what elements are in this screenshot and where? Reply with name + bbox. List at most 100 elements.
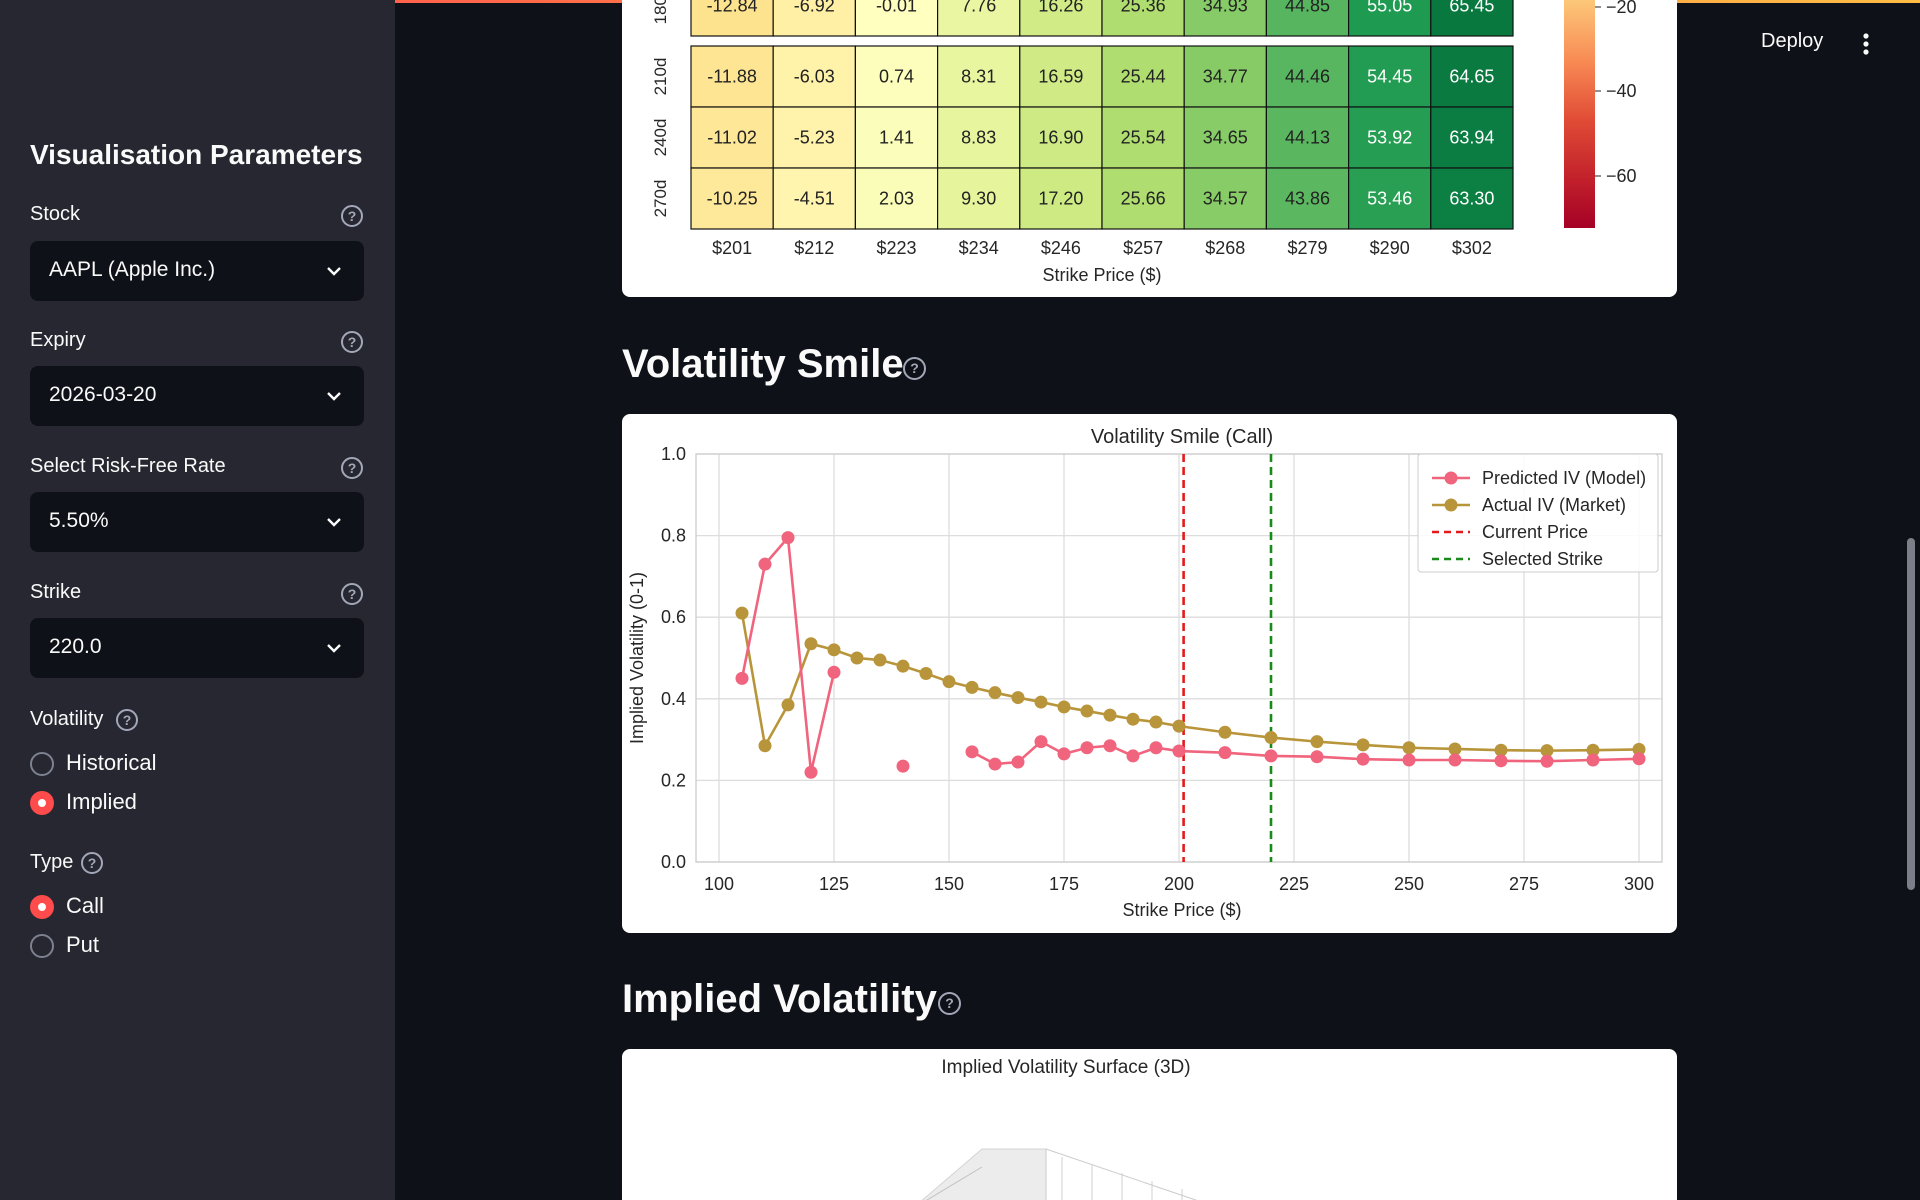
smile-section-title-text: Volatility Smile: [622, 342, 904, 386]
sidebar: Visualisation Parameters Stock ? AAPL (A…: [0, 0, 395, 1200]
deploy-button[interactable]: Deploy: [1761, 30, 1823, 53]
data-point-actual: [1356, 738, 1370, 752]
legend-label: Predicted IV (Model): [1482, 468, 1646, 488]
type-label: Type: [30, 851, 74, 873]
y-tick-label: 0.4: [661, 689, 686, 709]
data-point-predicted: [781, 531, 795, 545]
iv-help-icon[interactable]: ?: [938, 992, 961, 1015]
data-point-predicted: [1103, 739, 1117, 753]
data-point-actual: [1172, 719, 1186, 733]
rate-label: Select Risk-Free Rate: [30, 455, 226, 477]
heatmap-x-tick-label: $257: [1123, 238, 1163, 258]
y-tick-label: 0.0: [661, 852, 686, 872]
heatmap-cell-label: 17.20: [1038, 189, 1083, 209]
heatmap-cell-label: 34.65: [1203, 128, 1248, 148]
more-options-icon[interactable]: [1862, 32, 1870, 56]
data-point-actual: [1264, 731, 1278, 745]
data-point-actual: [758, 739, 772, 753]
heatmap-x-tick-label: $279: [1287, 238, 1327, 258]
chevron-down-icon: [327, 267, 341, 276]
data-point-predicted: [1586, 753, 1600, 767]
heatmap-cell-label: 1.41: [879, 128, 914, 148]
heatmap-row-label: 180d: [651, 0, 670, 24]
x-tick-label: 300: [1624, 874, 1654, 894]
radio-historical-label: Historical: [66, 750, 157, 775]
smile-card: Volatility Smile (Call) 100 125 150 175 200 22…: [622, 414, 1677, 933]
data-point-actual: [1103, 708, 1117, 722]
volatility-help-icon[interactable]: ?: [116, 709, 138, 731]
sidebar-title: Visualisation Parameters: [30, 139, 363, 170]
y-tick-label: 0.2: [661, 770, 686, 790]
strike-select-value: 220.0: [49, 635, 102, 658]
data-point-predicted: [1632, 752, 1646, 766]
chart-legend: Predicted IV (Model) Actual IV (Market) Cu…: [1417, 453, 1659, 573]
scrollbar-thumb[interactable]: [1907, 538, 1915, 890]
heatmap-cell-label: 53.92: [1367, 128, 1412, 148]
expiry-select[interactable]: 2026-03-20: [30, 366, 364, 426]
x-axis-title: Strike Price ($): [1122, 900, 1241, 920]
surface-title: Implied Volatility Surface (3D): [941, 1057, 1190, 1078]
heatmap-x-tick-label: $268: [1205, 238, 1245, 258]
heatmap-card: -12.84 -6.92 -0.01 7.76 16.26 25.36 34.93 44.85…: [622, 0, 1677, 297]
data-point-predicted: [1034, 735, 1048, 749]
heatmap-cell-label: -11.02: [707, 128, 757, 148]
radio-circle-selected[interactable]: [30, 895, 54, 919]
heatmap-cell-label: -12.84: [707, 0, 758, 16]
radio-circle-selected[interactable]: [30, 791, 54, 815]
heatmap-row-label: 270d: [651, 180, 670, 218]
expiry-label: Expiry: [30, 329, 86, 351]
smile-help-icon[interactable]: ?: [903, 357, 926, 380]
heatmap-cell-label: 34.77: [1203, 67, 1248, 87]
heatmap-cell-label: 63.94: [1449, 128, 1494, 148]
colorbar-tick-label: −20: [1606, 0, 1637, 17]
data-point-actual: [873, 653, 887, 667]
data-point-predicted: [1126, 749, 1140, 763]
data-point-predicted: [735, 671, 749, 685]
x-tick-label: 125: [819, 874, 849, 894]
heatmap-chart: -12.84 -6.92 -0.01 7.76 16.26 25.36 34.93 44.85…: [651, 0, 1637, 285]
stock-select[interactable]: AAPL (Apple Inc.): [30, 241, 364, 301]
x-tick-label: 200: [1164, 874, 1194, 894]
radio-circle[interactable]: [30, 752, 54, 776]
chart-title: Volatility Smile (Call): [1091, 426, 1273, 448]
y-tick-label: 1.0: [661, 444, 686, 464]
data-point-predicted: [1149, 741, 1163, 755]
data-point-predicted: [1540, 754, 1554, 768]
strike-help-icon[interactable]: ?: [341, 583, 363, 605]
chevron-down-icon: [327, 518, 341, 527]
rate-select[interactable]: 5.50%: [30, 492, 364, 552]
radio-circle[interactable]: [30, 934, 54, 958]
data-point-predicted: [1356, 752, 1370, 766]
data-point-predicted: [758, 557, 772, 571]
data-point-predicted: [1218, 746, 1232, 760]
expiry-select-value: 2026-03-20: [49, 383, 157, 406]
expiry-help-icon[interactable]: ?: [341, 331, 363, 353]
heatmap-cell-label: -5.23: [794, 128, 835, 148]
data-point-predicted: [965, 745, 979, 759]
heatmap-cell-label: 25.44: [1121, 67, 1166, 87]
heatmap-x-tick-label: $201: [712, 238, 752, 258]
stock-help-icon[interactable]: ?: [341, 205, 363, 227]
data-point-actual: [965, 680, 979, 694]
heatmap-cell-label: -10.25: [707, 189, 758, 209]
data-point-predicted: [827, 665, 841, 679]
data-point-predicted: [896, 759, 910, 773]
data-point-actual: [781, 698, 795, 712]
data-point-actual: [919, 667, 933, 681]
heatmap-cell-label: 55.05: [1367, 0, 1412, 16]
data-point-predicted: [1080, 741, 1094, 755]
heatmap-cell-label: -6.92: [794, 0, 835, 16]
heatmap-cell-label: -11.88: [707, 67, 757, 87]
rate-help-icon[interactable]: ?: [341, 457, 363, 479]
heatmap-cell-label: 34.57: [1203, 189, 1248, 209]
x-tick-label: 225: [1279, 874, 1309, 894]
heatmap-cell-label: 0.74: [879, 67, 914, 87]
data-point-actual: [1402, 741, 1416, 755]
series-line-actual: [740, 612, 1640, 752]
legend-label: Current Price: [1482, 522, 1588, 542]
type-help-icon[interactable]: ?: [81, 852, 103, 874]
data-point-predicted: [1310, 750, 1324, 764]
data-point-predicted: [1057, 747, 1071, 761]
data-point-predicted: [1264, 749, 1278, 763]
strike-select[interactable]: 220.0: [30, 618, 364, 678]
